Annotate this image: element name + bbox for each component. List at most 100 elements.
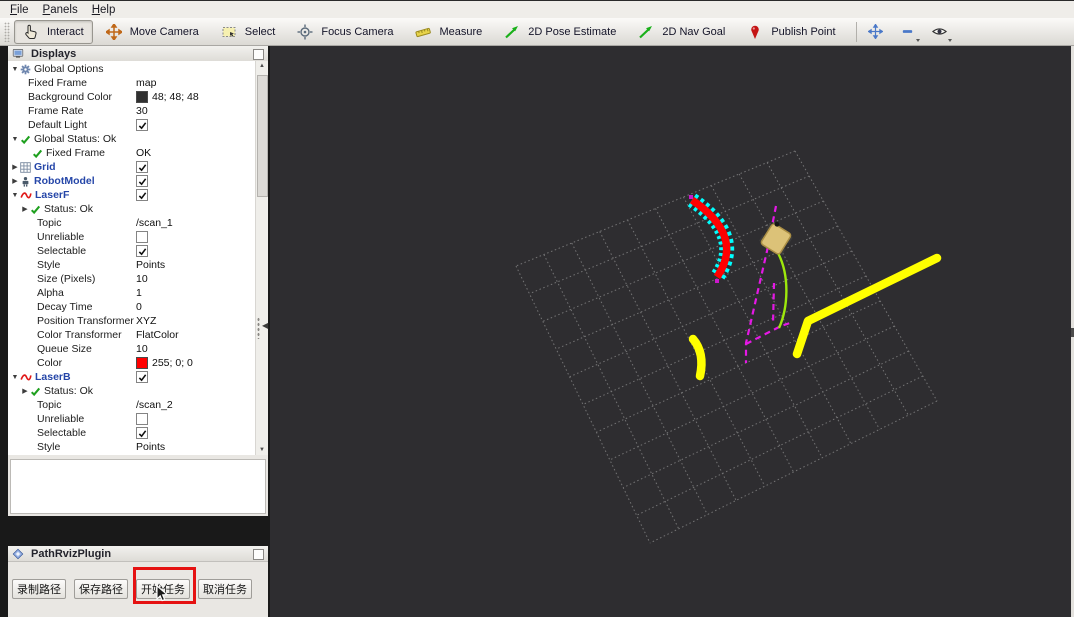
menu-item-help[interactable]: Help: [86, 3, 122, 17]
tree-row[interactable]: Decay Time 0: [8, 300, 255, 314]
tree-row[interactable]: ▼ Global Status: Ok: [8, 132, 255, 146]
checkbox-checked[interactable]: [136, 427, 148, 439]
tree-row[interactable]: Unreliable: [8, 412, 255, 426]
checkbox-checked[interactable]: [136, 189, 148, 201]
checkbox-checked[interactable]: [136, 161, 148, 173]
plugin-button-2[interactable]: 保存路径: [74, 579, 128, 599]
tree-row-value[interactable]: [134, 427, 255, 439]
checkbox-checked[interactable]: [136, 175, 148, 187]
tree-row[interactable]: Alpha 1: [8, 286, 255, 300]
tool-eye-button[interactable]: [928, 21, 954, 43]
tool-pan-button[interactable]: [864, 21, 890, 43]
checkbox-unchecked[interactable]: [136, 231, 148, 243]
expand-arrow-icon[interactable]: ▼: [10, 374, 20, 381]
tree-row-value[interactable]: [134, 413, 255, 425]
tree-row[interactable]: Frame Rate 30: [8, 104, 255, 118]
tree-row-value[interactable]: [134, 231, 255, 243]
tree-row-value[interactable]: 10: [134, 273, 255, 285]
tree-row[interactable]: ▶ RobotModel: [8, 174, 255, 188]
collapse-arrow-icon[interactable]: ▶: [10, 177, 20, 185]
tool-measure[interactable]: Measure: [406, 20, 491, 44]
tree-row[interactable]: Position Transformer XYZ: [8, 314, 255, 328]
tool-select[interactable]: Select: [212, 20, 285, 44]
tree-row[interactable]: Topic/scan_1: [8, 216, 255, 230]
tree-row[interactable]: Selectable: [8, 426, 255, 440]
tree-row[interactable]: ▶ Status: Ok: [8, 202, 255, 216]
tree-row[interactable]: Color 255; 0; 0: [8, 356, 255, 370]
tree-row-value[interactable]: 0: [134, 301, 255, 313]
menu-item-panels[interactable]: Panels: [37, 3, 84, 17]
tree-row-value[interactable]: Points: [134, 259, 255, 271]
tree-scrollbar[interactable]: ▲ ▼: [255, 61, 268, 455]
tree-row[interactable]: Fixed Frame map: [8, 76, 255, 90]
tree-row-value[interactable]: 10: [134, 343, 255, 355]
tree-row-value[interactable]: /scan_2: [134, 399, 255, 411]
3d-viewport[interactable]: [270, 46, 1071, 617]
tree-row-value[interactable]: [134, 245, 255, 257]
expand-arrow-icon[interactable]: ▼: [10, 136, 20, 143]
tree-row-value[interactable]: [134, 161, 255, 173]
checkbox-checked[interactable]: [136, 245, 148, 257]
tree-row[interactable]: Style Points: [8, 258, 255, 272]
tree-row-value[interactable]: /scan_1: [134, 217, 255, 229]
tree-row-value[interactable]: [134, 119, 255, 131]
tree-row-value[interactable]: XYZ: [134, 315, 255, 327]
tree-row-value[interactable]: FlatColor: [134, 329, 255, 341]
panel-float-button[interactable]: [253, 549, 264, 560]
toolbar-drag-handle[interactable]: [4, 21, 10, 42]
tree-row-value[interactable]: 255; 0; 0: [134, 357, 255, 369]
tree-row[interactable]: ▼ Global Options: [8, 62, 255, 76]
tool-interact[interactable]: Interact: [14, 19, 93, 44]
tree-row-value[interactable]: map: [134, 77, 255, 89]
color-swatch[interactable]: [136, 357, 148, 369]
dock-collapse-icon[interactable]: ◀: [262, 321, 268, 330]
tree-row[interactable]: Topic/scan_2: [8, 398, 255, 412]
tree-row[interactable]: Queue Size 10: [8, 342, 255, 356]
tree-row[interactable]: Background Color 48; 48; 48: [8, 90, 255, 104]
tool-2d-nav-goal[interactable]: 2D Nav Goal: [629, 20, 734, 44]
displays-panel-header[interactable]: Displays: [8, 46, 268, 62]
collapse-arrow-icon[interactable]: ▶: [20, 387, 30, 395]
checkbox-unchecked[interactable]: [136, 413, 148, 425]
tree-row[interactable]: Fixed Frame OK: [8, 146, 255, 160]
tree-row[interactable]: ▼ LaserF: [8, 188, 255, 202]
tool-publish-point[interactable]: Publish Point: [738, 20, 844, 44]
expand-arrow-icon[interactable]: ▼: [10, 66, 20, 73]
scrollbar-handle[interactable]: [257, 75, 268, 197]
tree-row-value[interactable]: [134, 371, 255, 383]
tree-row-value[interactable]: 1: [134, 287, 255, 299]
plugin-button-1[interactable]: 录制路径: [12, 579, 66, 599]
checkbox-checked[interactable]: [136, 371, 148, 383]
tool-focus-camera[interactable]: Focus Camera: [288, 20, 402, 44]
tree-row[interactable]: Size (Pixels) 10: [8, 272, 255, 286]
menu-item-file[interactable]: File: [4, 3, 35, 17]
tree-row-value[interactable]: [134, 175, 255, 187]
dock-splitter-dots[interactable]: [257, 317, 260, 339]
collapse-arrow-icon[interactable]: ▶: [10, 163, 20, 171]
tree-row[interactable]: ▶ Status: Ok: [8, 384, 255, 398]
tree-row[interactable]: Color Transformer FlatColor: [8, 328, 255, 342]
tree-row-value[interactable]: OK: [134, 147, 255, 159]
tree-row[interactable]: Selectable: [8, 244, 255, 258]
tree-row[interactable]: Style Points: [8, 440, 255, 454]
tree-row-value[interactable]: 48; 48; 48: [134, 91, 255, 103]
tree-row-value[interactable]: 30: [134, 105, 255, 117]
panel-float-button[interactable]: [253, 49, 264, 60]
tool-move-camera[interactable]: Move Camera: [97, 20, 208, 44]
scroll-down-icon[interactable]: ▼: [256, 447, 268, 453]
tree-row-value[interactable]: Points: [134, 441, 255, 453]
tree-row[interactable]: Unreliable: [8, 230, 255, 244]
tree-row[interactable]: ▼ LaserB: [8, 370, 255, 384]
tree-row[interactable]: Default Light: [8, 118, 255, 132]
collapse-arrow-icon[interactable]: ▶: [20, 205, 30, 213]
plugin-button-4[interactable]: 取消任务: [198, 579, 252, 599]
color-swatch[interactable]: [136, 91, 148, 103]
expand-arrow-icon[interactable]: ▼: [10, 192, 20, 199]
scroll-up-icon[interactable]: ▲: [256, 63, 268, 69]
tree-row-value[interactable]: [134, 189, 255, 201]
checkbox-checked[interactable]: [136, 119, 148, 131]
tree-row[interactable]: ▶ Grid: [8, 160, 255, 174]
tool-2d-pose-estimate[interactable]: 2D Pose Estimate: [495, 20, 625, 44]
tool-dash-button[interactable]: [896, 21, 922, 43]
plugin-panel-header[interactable]: PathRvizPlugin: [8, 546, 268, 562]
